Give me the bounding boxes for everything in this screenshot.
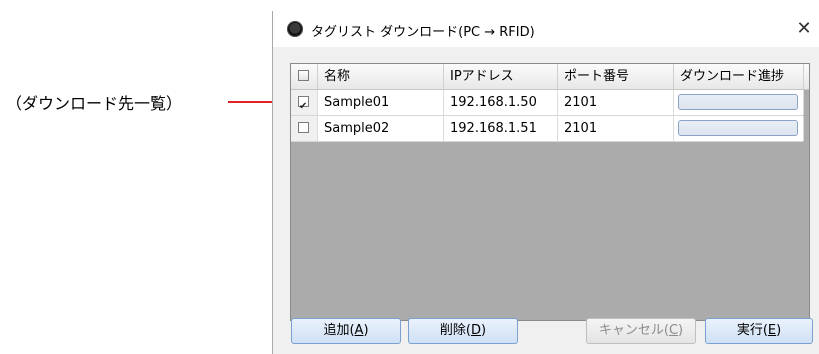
column-header-ip-address[interactable]: IPアドレス: [444, 64, 558, 89]
row-progress-cell: [674, 116, 804, 141]
column-header-port[interactable]: ポート番号: [558, 64, 674, 89]
delete-button[interactable]: 削除(D): [408, 318, 518, 344]
cancel-button[interactable]: キャンセル(C): [586, 318, 696, 344]
row-ip-address[interactable]: 192.168.1.50: [444, 90, 558, 115]
column-header-download-progress[interactable]: ダウンロード進捗: [674, 64, 804, 89]
row-select-cell[interactable]: [291, 90, 318, 119]
cancel-button-label: キャンセル(: [598, 323, 669, 338]
download-destination-callout-label: （ダウンロード先一覧）: [6, 94, 183, 113]
run-button[interactable]: 実行(E): [705, 318, 813, 344]
cancel-button-suffix: ): [678, 323, 684, 338]
row-progress-cell: [674, 90, 804, 115]
delete-button-accesskey: D: [470, 323, 481, 338]
add-button[interactable]: 追加(A): [291, 318, 401, 344]
row-select-cell[interactable]: [291, 116, 318, 141]
dialog-title: タグリスト ダウンロード(PC → RFID): [311, 25, 535, 40]
download-progress-bar: [678, 94, 798, 110]
app-icon: [287, 21, 303, 37]
row-port[interactable]: 2101: [558, 90, 674, 115]
row-name[interactable]: Sample02: [318, 116, 444, 141]
table-row[interactable]: Sample01 192.168.1.50 2101: [291, 90, 804, 119]
table-row[interactable]: Sample02 192.168.1.51 2101: [291, 116, 804, 142]
tag-list-download-dialog: タグリスト ダウンロード(PC → RFID) ✕ 名称 IPアドレス ポート番…: [272, 11, 819, 354]
column-header-name[interactable]: 名称: [318, 64, 444, 89]
select-all-checkbox[interactable]: [298, 70, 309, 81]
add-button-suffix: ): [363, 323, 369, 338]
row-port[interactable]: 2101: [558, 116, 674, 141]
add-button-label: 追加(: [323, 323, 355, 338]
select-all-column-header[interactable]: [291, 64, 318, 89]
download-progress-bar: [678, 120, 798, 136]
delete-button-suffix: ): [481, 323, 487, 338]
delete-button-label: 削除(: [439, 323, 471, 338]
row-ip-address[interactable]: 192.168.1.51: [444, 116, 558, 141]
row-name[interactable]: Sample01: [318, 90, 444, 115]
run-button-accesskey: E: [767, 323, 777, 338]
run-button-label: 実行(: [736, 323, 768, 338]
dialog-titlebar: タグリスト ダウンロード(PC → RFID) ✕: [273, 11, 819, 47]
row-checkbox[interactable]: [298, 94, 309, 119]
row-checkbox[interactable]: [298, 122, 309, 133]
grid-header: 名称 IPアドレス ポート番号 ダウンロード進捗: [291, 64, 809, 90]
run-button-suffix: ): [776, 323, 782, 338]
download-destination-grid[interactable]: 名称 IPアドレス ポート番号 ダウンロード進捗 Sample01 192.16…: [290, 63, 810, 321]
cancel-button-accesskey: C: [668, 323, 679, 338]
close-button[interactable]: ✕: [791, 17, 817, 41]
